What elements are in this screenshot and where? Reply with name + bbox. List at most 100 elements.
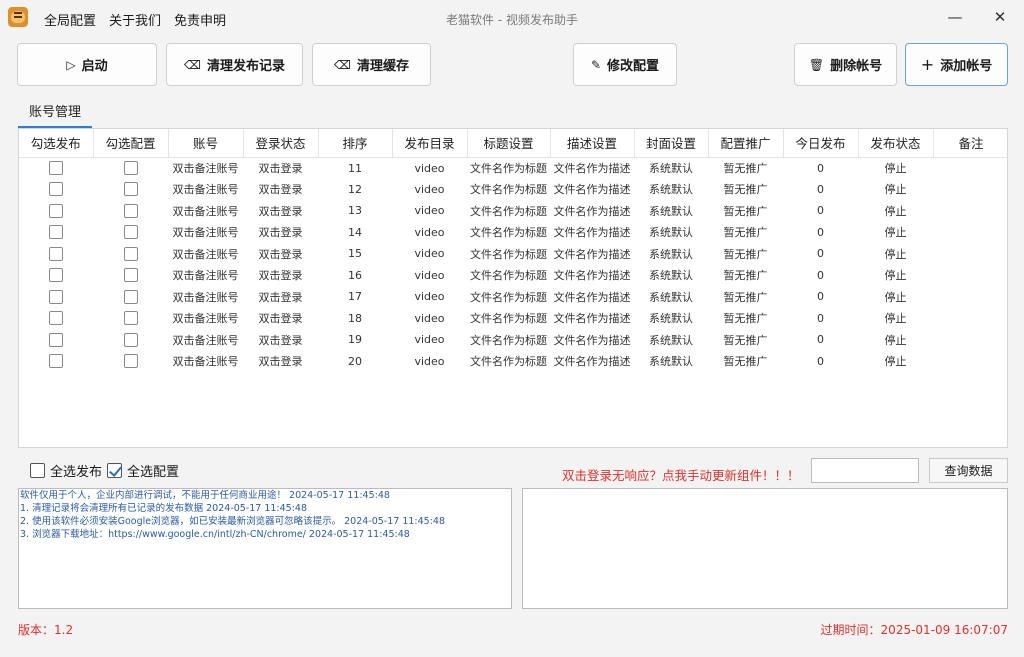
column-header[interactable]: 今日发布 bbox=[783, 129, 859, 158]
promotion-cell: 暂无推广 bbox=[723, 355, 768, 369]
column-header[interactable]: 勾选发布 bbox=[19, 129, 94, 158]
today-count-cell: 0 bbox=[817, 354, 824, 368]
config-checkbox[interactable] bbox=[123, 354, 138, 369]
clear-records-button[interactable]: ⌫ 清理发布记录 bbox=[166, 43, 303, 86]
config-checkbox-cell bbox=[93, 243, 168, 265]
login-status-cell[interactable]: 双击登录 bbox=[243, 200, 318, 222]
title-setting-cell: 文件名作为标题 bbox=[470, 183, 547, 197]
account-cell[interactable]: 双击备注账号 bbox=[168, 243, 243, 265]
tab-account-management[interactable]: 账号管理 bbox=[18, 104, 92, 128]
note-cell bbox=[933, 286, 1007, 308]
column-header[interactable]: 登录状态 bbox=[243, 129, 319, 158]
config-checkbox[interactable] bbox=[123, 161, 138, 175]
login-status-cell[interactable]: 双击登录 bbox=[243, 179, 318, 201]
publish-checkbox[interactable] bbox=[49, 289, 63, 304]
table-row[interactable]: 双击备注账号 双击登录 20 video 文件名作为标题 文件名作为描述 系统默认 暂无推广 0… bbox=[19, 351, 1007, 373]
config-checkbox[interactable] bbox=[123, 311, 138, 326]
start-button[interactable]: ▷ 启动 bbox=[17, 43, 157, 86]
minimize-icon[interactable]: — bbox=[944, 6, 966, 28]
config-checkbox[interactable] bbox=[123, 332, 138, 347]
table-row[interactable]: 双击备注账号 双击登录 12 video 文件名作为标题 文件名作为描述 系统默认 暂无推广 0… bbox=[19, 179, 1007, 201]
clear-cache-button[interactable]: ⌫ 清理缓存 bbox=[312, 43, 431, 86]
column-header[interactable]: 标题设置 bbox=[467, 129, 551, 158]
table-row[interactable]: 双击备注账号 双击登录 16 video 文件名作为标题 文件名作为描述 系统默认 暂无推广 0… bbox=[19, 265, 1007, 287]
desc-setting-cell: 文件名作为描述 bbox=[553, 333, 631, 347]
column-header[interactable]: 配置推广 bbox=[708, 129, 784, 158]
add-account-button[interactable]: + 添加帐号 bbox=[905, 43, 1008, 86]
today-count-cell: 0 bbox=[817, 311, 824, 325]
log-panel[interactable]: 软件仅用于个人，企业内部进行调试，不能用于任何商业用途！ 2024-05-17 … bbox=[18, 488, 512, 609]
login-status-cell[interactable]: 双击登录 bbox=[243, 329, 318, 351]
config-checkbox[interactable] bbox=[123, 225, 138, 240]
table-row[interactable]: 双击备注账号 双击登录 17 video 文件名作为标题 文件名作为描述 系统默认 暂无推广 0… bbox=[19, 286, 1007, 308]
account-cell[interactable]: 双击备注账号 bbox=[168, 308, 243, 330]
publish-checkbox-cell bbox=[19, 222, 93, 244]
table-row[interactable]: 双击备注账号 双击登录 15 video 文件名作为标题 文件名作为描述 系统默认 暂无推广 0… bbox=[19, 243, 1007, 265]
account-cell[interactable]: 双击备注账号 bbox=[168, 157, 243, 179]
login-status-cell[interactable]: 双击登录 bbox=[243, 265, 318, 287]
column-header[interactable]: 发布目录 bbox=[392, 129, 468, 158]
table-row[interactable]: 双击备注账号 双击登录 19 video 文件名作为标题 文件名作为描述 系统默认 暂无推广 0… bbox=[19, 329, 1007, 351]
publish-checkbox[interactable] bbox=[49, 225, 63, 240]
login-status-cell[interactable]: 双击登录 bbox=[243, 243, 318, 265]
config-checkbox-cell bbox=[93, 200, 168, 222]
login-status-cell[interactable]: 双击登录 bbox=[243, 308, 318, 330]
config-checkbox[interactable] bbox=[123, 182, 138, 197]
config-checkbox[interactable] bbox=[123, 246, 138, 261]
publish-status-cell: 停止 bbox=[884, 269, 907, 283]
publish-checkbox[interactable] bbox=[49, 182, 63, 197]
config-checkbox[interactable] bbox=[123, 289, 138, 304]
query-input[interactable] bbox=[811, 458, 919, 483]
today-count-cell: 0 bbox=[817, 225, 824, 239]
delete-account-button[interactable]: 🗑 删除帐号 bbox=[794, 43, 897, 86]
account-cell[interactable]: 双击备注账号 bbox=[168, 200, 243, 222]
query-data-button[interactable]: 查询数据 bbox=[929, 458, 1008, 483]
plus-icon: + bbox=[920, 55, 935, 74]
table-row[interactable]: 双击备注账号 双击登录 11 video 文件名作为标题 文件名作为描述 系统默认 暂无推广 0… bbox=[19, 157, 1007, 179]
column-header[interactable]: 发布状态 bbox=[858, 129, 934, 158]
login-status-cell[interactable]: 双击登录 bbox=[243, 222, 318, 244]
order-cell: 18 bbox=[348, 311, 362, 325]
login-status-cell[interactable]: 双击登录 bbox=[243, 286, 318, 308]
publish-checkbox[interactable] bbox=[49, 311, 63, 326]
select-all-publish-checkbox[interactable] bbox=[30, 463, 45, 478]
config-checkbox[interactable] bbox=[123, 203, 138, 218]
publish-checkbox[interactable] bbox=[49, 354, 63, 369]
column-header[interactable]: 勾选配置 bbox=[93, 129, 169, 158]
publish-checkbox[interactable] bbox=[49, 246, 63, 261]
account-cell[interactable]: 双击备注账号 bbox=[168, 222, 243, 244]
account-cell[interactable]: 双击备注账号 bbox=[168, 351, 243, 373]
account-cell[interactable]: 双击备注账号 bbox=[168, 329, 243, 351]
login-status-cell[interactable]: 双击登录 bbox=[243, 157, 318, 179]
title-setting-cell: 文件名作为标题 bbox=[470, 290, 547, 304]
publish-checkbox[interactable] bbox=[49, 161, 63, 175]
update-components-link[interactable]: 双击登录无响应？点我手动更新组件！！！ bbox=[562, 465, 800, 484]
table-row[interactable]: 双击备注账号 双击登录 14 video 文件名作为标题 文件名作为描述 系统默认 暂无推广 0… bbox=[19, 222, 1007, 244]
column-header[interactable]: 排序 bbox=[318, 129, 393, 158]
select-all-config-checkbox[interactable] bbox=[107, 463, 122, 478]
publish-checkbox[interactable] bbox=[49, 268, 63, 283]
login-status-cell[interactable]: 双击登录 bbox=[243, 351, 318, 373]
select-all-publish[interactable]: 全选发布 bbox=[30, 461, 102, 480]
publish-checkbox[interactable] bbox=[49, 203, 63, 218]
today-count-cell: 0 bbox=[817, 247, 824, 261]
account-cell[interactable]: 双击备注账号 bbox=[168, 265, 243, 287]
table-row[interactable]: 双击备注账号 双击登录 18 video 文件名作为标题 文件名作为描述 系统默认 暂无推广 0… bbox=[19, 308, 1007, 330]
edit-config-button[interactable]: ✎ 修改配置 bbox=[573, 43, 677, 86]
output-panel[interactable] bbox=[522, 488, 1008, 609]
column-header[interactable]: 账号 bbox=[168, 129, 244, 158]
publish-checkbox[interactable] bbox=[49, 332, 63, 347]
config-checkbox-cell bbox=[93, 222, 168, 244]
column-header[interactable]: 备注 bbox=[933, 129, 1007, 158]
config-checkbox-cell bbox=[93, 157, 168, 179]
select-all-config[interactable]: 全选配置 bbox=[107, 461, 179, 480]
close-icon[interactable]: ✕ bbox=[989, 6, 1011, 28]
column-header[interactable]: 封面设置 bbox=[634, 129, 709, 158]
account-cell[interactable]: 双击备注账号 bbox=[168, 286, 243, 308]
note-cell bbox=[933, 200, 1007, 222]
account-cell[interactable]: 双击备注账号 bbox=[168, 179, 243, 201]
today-count-cell: 0 bbox=[817, 204, 824, 218]
config-checkbox[interactable] bbox=[123, 268, 138, 283]
table-row[interactable]: 双击备注账号 双击登录 13 video 文件名作为标题 文件名作为描述 系统默认 暂无推广 0… bbox=[19, 200, 1007, 222]
column-header[interactable]: 描述设置 bbox=[550, 129, 635, 158]
